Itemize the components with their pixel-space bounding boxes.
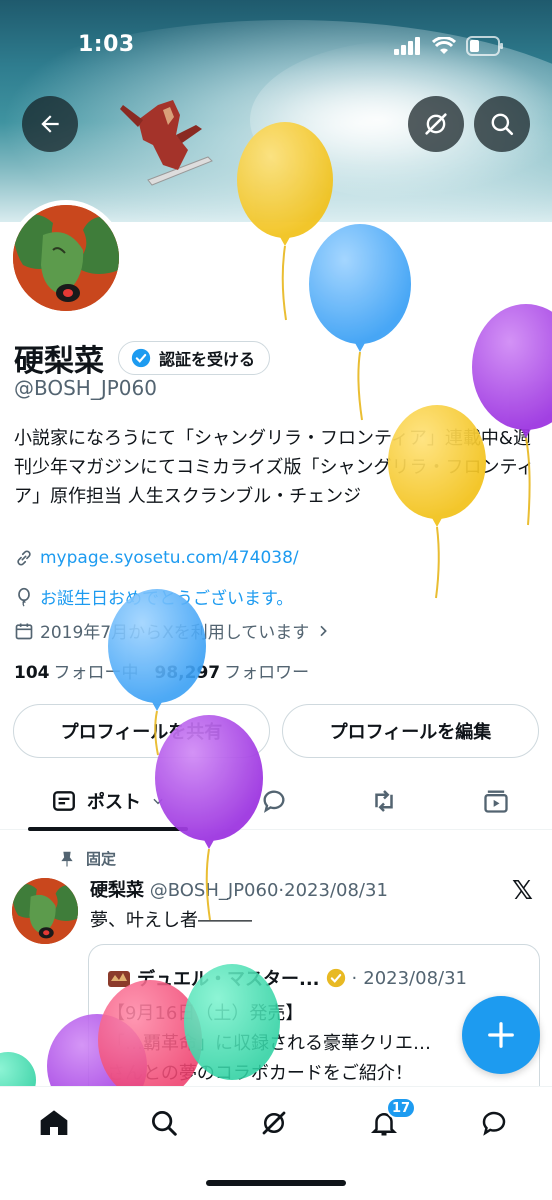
home-icon [40, 1110, 68, 1135]
reply-icon [263, 790, 285, 813]
post-date[interactable]: 2023/08/31 [284, 880, 388, 901]
nav-notifications[interactable]: 17 [364, 1097, 417, 1143]
grok-button[interactable] [408, 96, 464, 152]
status-bar: 1:03 [0, 28, 552, 64]
follow-stats: 104 フォロー中 98,297 フォロワー [14, 658, 309, 683]
nav-search[interactable] [144, 1103, 184, 1143]
verified-gold-icon [326, 968, 345, 988]
pinned-indicator: 固定 [58, 848, 116, 869]
link-icon [17, 550, 31, 566]
following-stat[interactable]: 104 フォロー中 [14, 658, 139, 683]
profile-bio: 小説家になろうにて「シャングリラ・フロンティア」連載中&週刊少年マガジンにてコミ… [14, 428, 535, 507]
post-avatar[interactable] [12, 878, 78, 944]
tab-media[interactable] [466, 772, 526, 830]
compose-plus-icon [488, 1022, 514, 1048]
nav-grok[interactable] [254, 1103, 294, 1143]
post-header: 硬梨菜 @BOSH_JP060·2023/08/31 [90, 880, 388, 901]
chevron-right-icon [320, 625, 328, 636]
followers-count: 98,297 [154, 663, 221, 683]
compose-button[interactable] [462, 996, 540, 1074]
quote-author: デュエル・マスター... [137, 969, 320, 990]
search-button[interactable] [474, 96, 530, 152]
verified-icon [131, 348, 151, 368]
wifi-icon [432, 37, 456, 54]
profile-handle: @BOSH_JP060 [14, 376, 157, 400]
calendar-icon [15, 623, 33, 639]
get-verified-label: 認証を受ける [159, 350, 256, 369]
tab-posts-label: ポスト [87, 792, 141, 813]
post-handle[interactable]: @BOSH_JP060 [150, 880, 279, 901]
grok-icon [425, 113, 447, 135]
birthday-row: お誕生日おめでとうございます。 [14, 584, 293, 609]
balloon-icon [18, 587, 30, 607]
pin-icon [61, 851, 73, 866]
search-icon [152, 1111, 177, 1136]
balloon-blue [309, 224, 411, 421]
quote-text-line: さんとの夢のコラボカードをご紹介！ [107, 1063, 413, 1084]
quote-text-line: 「…覇革命」に収録される豪華クリエ… [107, 1033, 431, 1054]
post-text: 夢、叶えし者――― [90, 910, 252, 931]
display-name: 硬梨菜 [14, 344, 104, 379]
posts-icon [53, 791, 75, 811]
share-profile-button[interactable]: プロフィールを共有 [13, 704, 270, 758]
tab-posts[interactable]: ポスト [28, 772, 188, 831]
notifications-badge: 17 [386, 1097, 417, 1119]
quote-avatar-icon [108, 971, 130, 987]
back-arrow-icon [41, 115, 59, 133]
quote-date: 2023/08/31 [363, 967, 467, 989]
x-logo-icon[interactable]: 𝕏 [512, 876, 533, 906]
banner-surfer-figure [120, 100, 213, 186]
birthday-text[interactable]: お誕生日おめでとうございます。 [40, 584, 293, 609]
following-label: フォロー中 [53, 663, 139, 683]
name-row: 硬梨菜 認証を受ける [14, 336, 271, 380]
balloon-green [0, 1052, 36, 1086]
quote-header: デュエル・マスター... · 2023/08/31 [107, 965, 467, 991]
grok-icon [262, 1111, 286, 1135]
mail-icon [482, 1111, 506, 1136]
following-count: 104 [14, 663, 50, 683]
status-icons [394, 36, 504, 56]
edit-profile-button[interactable]: プロフィールを編集 [282, 704, 539, 758]
repost-icon [375, 790, 393, 812]
profile-link[interactable]: mypage.syosetu.com/474038/ [40, 548, 299, 568]
nav-messages[interactable] [474, 1103, 514, 1143]
home-indicator [206, 1180, 346, 1186]
search-icon [491, 113, 514, 136]
tab-replies[interactable] [244, 772, 304, 830]
battery-icon [466, 36, 503, 56]
status-time: 1:03 [78, 32, 135, 57]
followers-label: フォロワー [224, 663, 310, 683]
joined-row[interactable]: 2019年7月からXを利用しています [14, 618, 331, 643]
pinned-label: 固定 [86, 850, 117, 868]
quote-text-line: 【9月16日（土）発売】 [107, 1003, 304, 1024]
tab-reposts[interactable] [354, 772, 414, 830]
get-verified-button[interactable]: 認証を受ける [118, 341, 271, 375]
post-author[interactable]: 硬梨菜 [90, 880, 144, 901]
back-button[interactable] [22, 96, 78, 152]
followers-stat[interactable]: 98,297 フォロワー [155, 658, 310, 683]
profile-avatar[interactable] [8, 200, 124, 316]
video-icon [484, 790, 508, 813]
profile-tabs: ポスト [0, 772, 552, 831]
avatar-artwork [13, 205, 119, 311]
post-avatar-artwork [12, 878, 78, 944]
joined-text: 2019年7月からXを利用しています [40, 623, 310, 643]
signal-icon [394, 37, 420, 55]
profile-link-row[interactable]: mypage.syosetu.com/474038/ [14, 548, 299, 568]
nav-home[interactable] [34, 1103, 74, 1143]
chevron-down-icon [153, 798, 163, 805]
